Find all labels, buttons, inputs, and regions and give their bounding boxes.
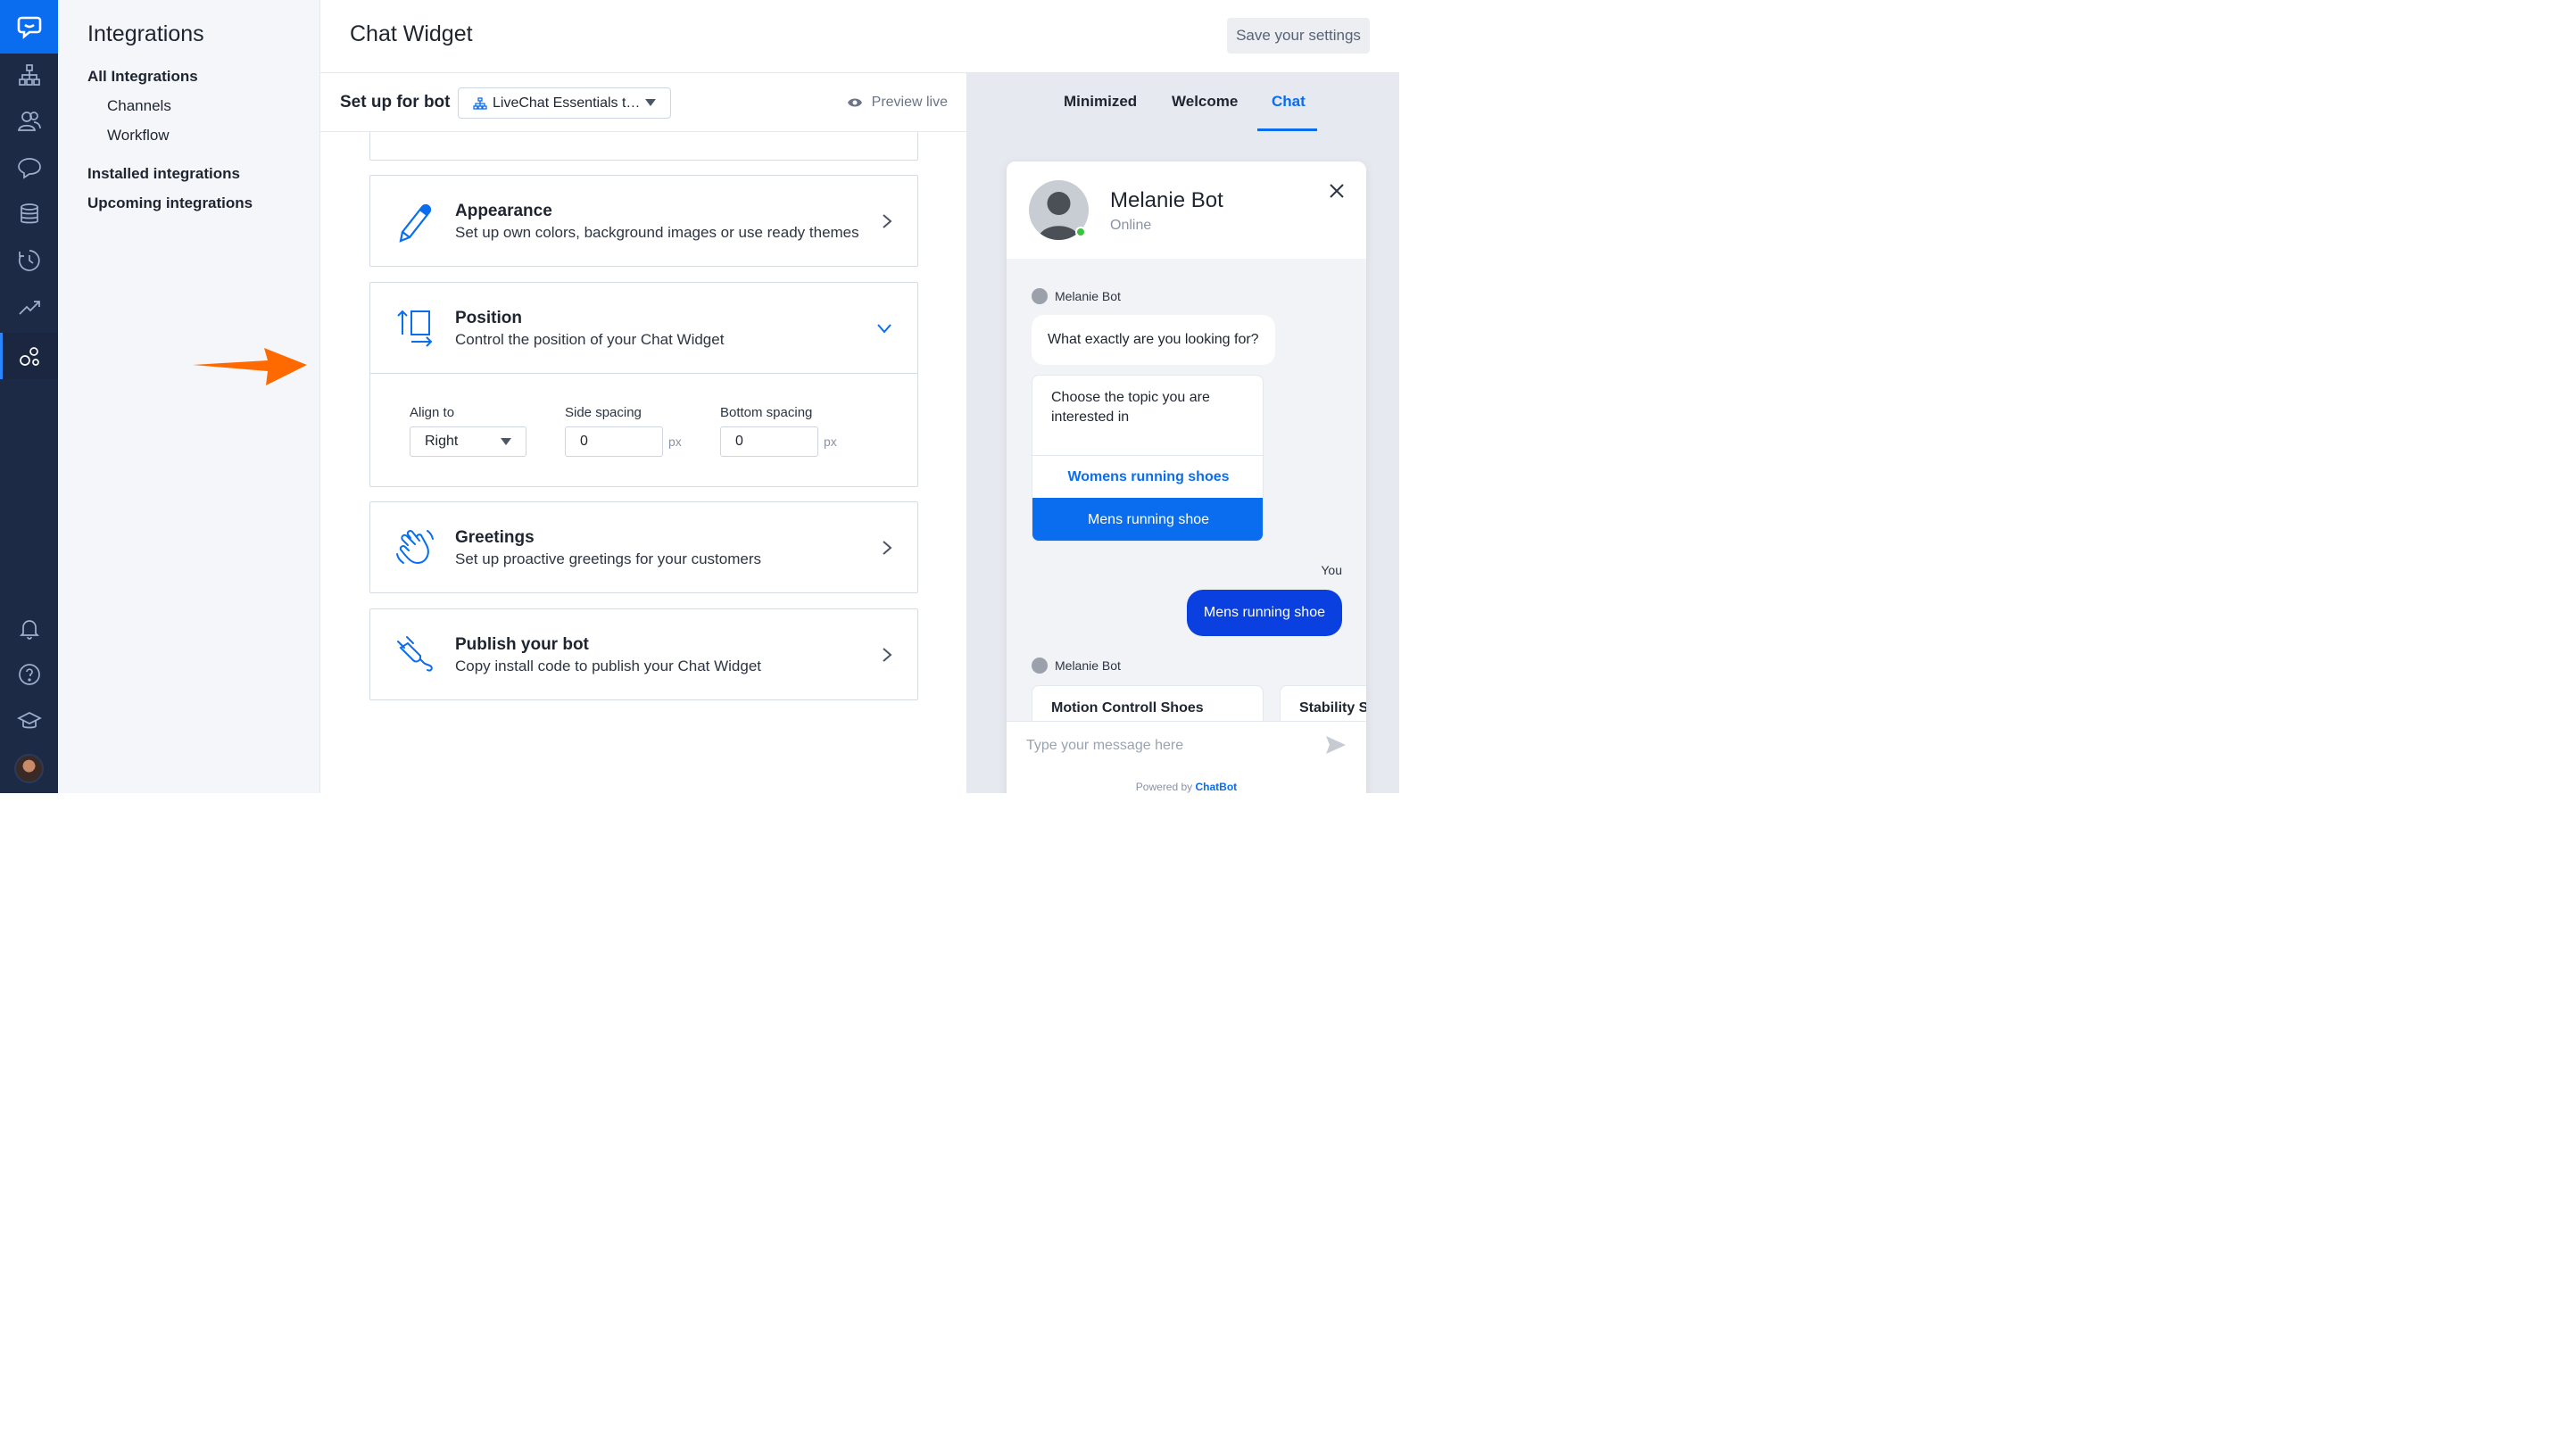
greetings-desc: Set up proactive greetings for your cust… bbox=[455, 550, 761, 567]
setup-label: Set up for bot bbox=[340, 93, 451, 112]
appearance-card[interactable]: Appearance Set up own colors, background… bbox=[369, 175, 918, 267]
bottom-spacing-label: Bottom spacing bbox=[720, 405, 813, 420]
position-card: Position Control the position of your Ch… bbox=[369, 282, 918, 487]
waving-hand-icon bbox=[396, 530, 434, 565]
pencil-icon bbox=[399, 203, 432, 243]
chevron-right-icon bbox=[883, 214, 892, 228]
bot-message-bubble: What exactly are you looking for? bbox=[1032, 315, 1275, 365]
chat-logo-icon bbox=[17, 16, 41, 39]
app-rail bbox=[0, 0, 58, 793]
widget-bot-name: Melanie Bot bbox=[1110, 188, 1223, 212]
position-card-header[interactable] bbox=[370, 283, 917, 374]
integrations-sidebar: Integrations All Integrations Channels W… bbox=[58, 0, 320, 793]
setup-bar: Set up for bot LiveChat Essentials t… Pr… bbox=[320, 73, 966, 132]
sidebar-item-all-integrations[interactable]: All Integrations bbox=[87, 68, 198, 86]
user-label: You bbox=[1321, 563, 1342, 577]
nav-users-icon[interactable] bbox=[0, 98, 58, 145]
nav-integrations-icon[interactable] bbox=[0, 333, 58, 379]
powered-by: Powered by ChatBot bbox=[1007, 769, 1366, 793]
nav-stories-icon[interactable] bbox=[0, 145, 58, 191]
user-message-bubble: Mens running shoe bbox=[1186, 590, 1342, 636]
chevron-right-icon bbox=[883, 648, 892, 662]
save-settings-button[interactable]: Save your settings bbox=[1227, 18, 1370, 54]
position-title: Position bbox=[455, 309, 522, 327]
bottom-spacing-input[interactable]: 0 bbox=[720, 426, 818, 457]
align-to-select[interactable]: Right bbox=[410, 426, 526, 457]
publish-title: Publish your bot bbox=[455, 635, 589, 654]
sidebar-item-channels[interactable]: Channels bbox=[107, 97, 171, 115]
publish-desc: Copy install code to publish your Chat W… bbox=[455, 658, 762, 674]
orange-arrow-icon bbox=[193, 348, 307, 385]
greetings-card[interactable]: Greetings Set up proactive greetings for… bbox=[369, 501, 918, 593]
sidebar-item-upcoming[interactable]: Upcoming integrations bbox=[87, 194, 253, 212]
preview-tabs: Minimized Welcome Chat bbox=[967, 73, 1399, 132]
widget-header: Melanie Bot Online bbox=[1007, 161, 1366, 259]
choice-option-womens[interactable]: Womens running shoes bbox=[1032, 455, 1263, 498]
page-header: Chat Widget Save your settings bbox=[320, 0, 1399, 73]
bot-flow-icon bbox=[473, 96, 487, 110]
page-title: Chat Widget bbox=[350, 21, 473, 46]
bot-select[interactable]: LiveChat Essentials t… bbox=[458, 87, 671, 119]
tab-welcome[interactable]: Welcome bbox=[1172, 93, 1238, 111]
powered-by-brand[interactable]: ChatBot bbox=[1196, 781, 1238, 793]
bottom-spacing-unit: px bbox=[824, 434, 837, 449]
tab-minimized[interactable]: Minimized bbox=[1064, 93, 1137, 111]
eye-icon bbox=[847, 98, 862, 107]
user-avatar[interactable] bbox=[14, 754, 44, 783]
tab-chat[interactable]: Chat bbox=[1272, 93, 1306, 111]
align-to-label: Align to bbox=[410, 405, 455, 420]
align-to-value: Right bbox=[425, 434, 459, 449]
nav-reports-icon[interactable] bbox=[0, 284, 58, 330]
preview-live-label: Preview live bbox=[871, 95, 948, 110]
message-input[interactable]: Type your message here bbox=[1007, 721, 1366, 769]
position-icon bbox=[397, 310, 433, 347]
nav-help-icon[interactable] bbox=[0, 651, 58, 698]
position-desc: Control the position of your Chat Widget bbox=[455, 331, 725, 348]
side-spacing-label: Side spacing bbox=[565, 405, 642, 420]
choice-option-mens[interactable]: Mens running shoe bbox=[1032, 498, 1263, 541]
nav-notifications-icon[interactable] bbox=[0, 605, 58, 651]
chevron-down-icon bbox=[645, 99, 656, 106]
message-sender-row: Melanie Bot bbox=[1032, 658, 1121, 674]
bot-mini-avatar bbox=[1032, 658, 1048, 674]
sidebar-item-installed[interactable]: Installed integrations bbox=[87, 165, 240, 183]
plug-icon bbox=[397, 636, 433, 672]
greetings-title: Greetings bbox=[455, 528, 535, 547]
nav-bots-icon[interactable] bbox=[0, 52, 58, 98]
side-spacing-input[interactable]: 0 bbox=[565, 426, 663, 457]
online-status-dot bbox=[1075, 227, 1086, 237]
chat-widget: Melanie Bot Online Melanie Bot What exac… bbox=[1007, 161, 1366, 793]
nav-database-icon[interactable] bbox=[0, 191, 58, 237]
settings-panel: Set up for bot LiveChat Essentials t… Pr… bbox=[320, 73, 967, 793]
nav-history-icon[interactable] bbox=[0, 237, 58, 284]
livechat-logo[interactable] bbox=[0, 0, 58, 54]
close-icon[interactable] bbox=[1329, 183, 1345, 199]
choice-prompt: Choose the topic you are interested in bbox=[1051, 390, 1210, 425]
publish-card[interactable]: Publish your bot Copy install code to pu… bbox=[369, 608, 918, 700]
bot-select-value: LiveChat Essentials t… bbox=[493, 95, 641, 111]
preview-live-link[interactable]: Preview live bbox=[847, 95, 948, 111]
message-input-placeholder: Type your message here bbox=[1026, 738, 1184, 753]
send-icon[interactable] bbox=[1325, 735, 1347, 755]
sidebar-title: Integrations bbox=[87, 21, 204, 46]
sidebar-item-workflow[interactable]: Workflow bbox=[107, 127, 170, 145]
message-sender: Melanie Bot bbox=[1055, 658, 1121, 673]
appearance-title: Appearance bbox=[455, 202, 552, 220]
chevron-down-icon[interactable] bbox=[876, 323, 892, 334]
side-spacing-unit: px bbox=[668, 434, 682, 449]
message-sender-row: Melanie Bot bbox=[1032, 288, 1121, 304]
widget-bot-status: Online bbox=[1110, 218, 1152, 233]
widget-preview-panel: Minimized Welcome Chat Melanie Bot Onlin… bbox=[967, 73, 1399, 793]
chevron-down-icon bbox=[501, 438, 511, 445]
active-tab-indicator bbox=[1257, 128, 1317, 131]
choice-card: Choose the topic you are interested in W… bbox=[1032, 375, 1264, 542]
appearance-desc: Set up own colors, background images or … bbox=[455, 224, 859, 241]
message-sender: Melanie Bot bbox=[1055, 289, 1121, 303]
powered-by-label: Powered by bbox=[1135, 781, 1193, 793]
bot-mini-avatar bbox=[1032, 288, 1048, 304]
nav-academy-icon[interactable] bbox=[0, 698, 58, 744]
chevron-right-icon bbox=[883, 541, 892, 555]
